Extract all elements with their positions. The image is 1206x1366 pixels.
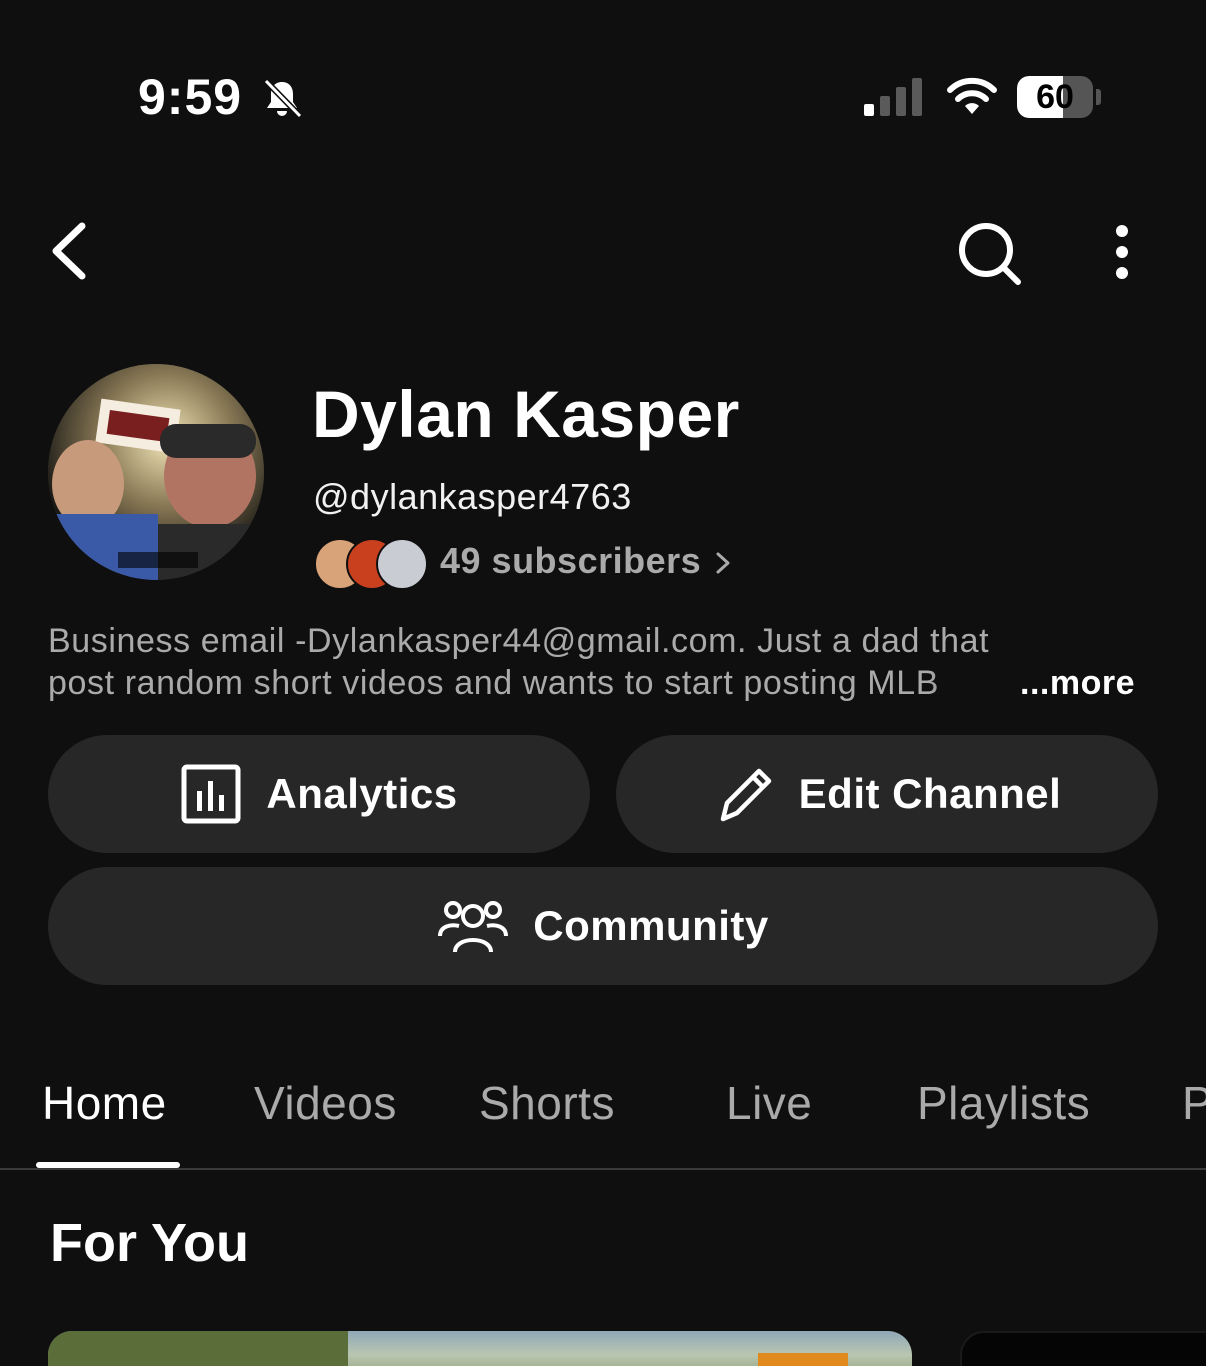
tab-playlists[interactable]: Playlists — [917, 1076, 1090, 1130]
wifi-icon — [947, 77, 997, 114]
avatar-photo — [48, 364, 264, 580]
section-title: For You — [50, 1213, 249, 1273]
video-thumbnail[interactable] — [960, 1331, 1206, 1366]
bell-muted-icon — [263, 78, 303, 119]
channel-description-line-1[interactable]: Business email -Dylankasper44@gmail.com.… — [48, 622, 989, 661]
battery-icon: 60 — [1017, 76, 1101, 118]
tab-videos[interactable]: Videos — [254, 1076, 397, 1130]
channel-avatar[interactable] — [48, 364, 264, 580]
community-label: Community — [533, 902, 769, 949]
status-time: 9:59 — [138, 69, 243, 125]
channel-name: Dylan Kasper — [312, 377, 740, 451]
channel-handle: @dylankasper4763 — [313, 476, 632, 517]
battery-percent: 60 — [1036, 78, 1074, 116]
search-icon[interactable] — [954, 218, 1026, 290]
signal-icon — [864, 78, 922, 116]
community-button[interactable]: Community — [48, 867, 1158, 985]
tabs-divider — [0, 1168, 1206, 1170]
chevron-right-icon[interactable] — [712, 548, 734, 578]
edit-channel-button[interactable]: Edit Channel — [616, 735, 1158, 853]
more-link[interactable]: ...more — [1020, 664, 1135, 703]
channel-page: 9:59 60 Dylan Kasper @dylankasper4763 49… — [0, 0, 1206, 1366]
subscriber-count[interactable]: 49 subscribers — [440, 540, 701, 582]
analytics-label: Analytics — [266, 770, 458, 817]
community-icon — [438, 901, 509, 953]
description-fade — [930, 660, 1020, 708]
video-thumbnail[interactable] — [48, 1331, 912, 1366]
more-vertical-icon[interactable] — [1106, 222, 1138, 282]
tab-live[interactable]: Live — [726, 1076, 812, 1130]
analytics-icon — [181, 764, 241, 824]
back-icon[interactable] — [44, 218, 94, 284]
tab-posts-partial[interactable]: P — [1182, 1076, 1206, 1130]
analytics-button[interactable]: Analytics — [48, 735, 590, 853]
pencil-icon — [720, 768, 771, 822]
subscriber-avatar — [376, 538, 428, 590]
subscriber-avatars[interactable] — [314, 538, 428, 590]
edit-channel-label: Edit Channel — [798, 770, 1062, 817]
tab-home[interactable]: Home — [42, 1076, 167, 1130]
channel-description-line-2[interactable]: post random short videos and wants to st… — [48, 664, 939, 703]
tab-shorts[interactable]: Shorts — [479, 1076, 615, 1130]
